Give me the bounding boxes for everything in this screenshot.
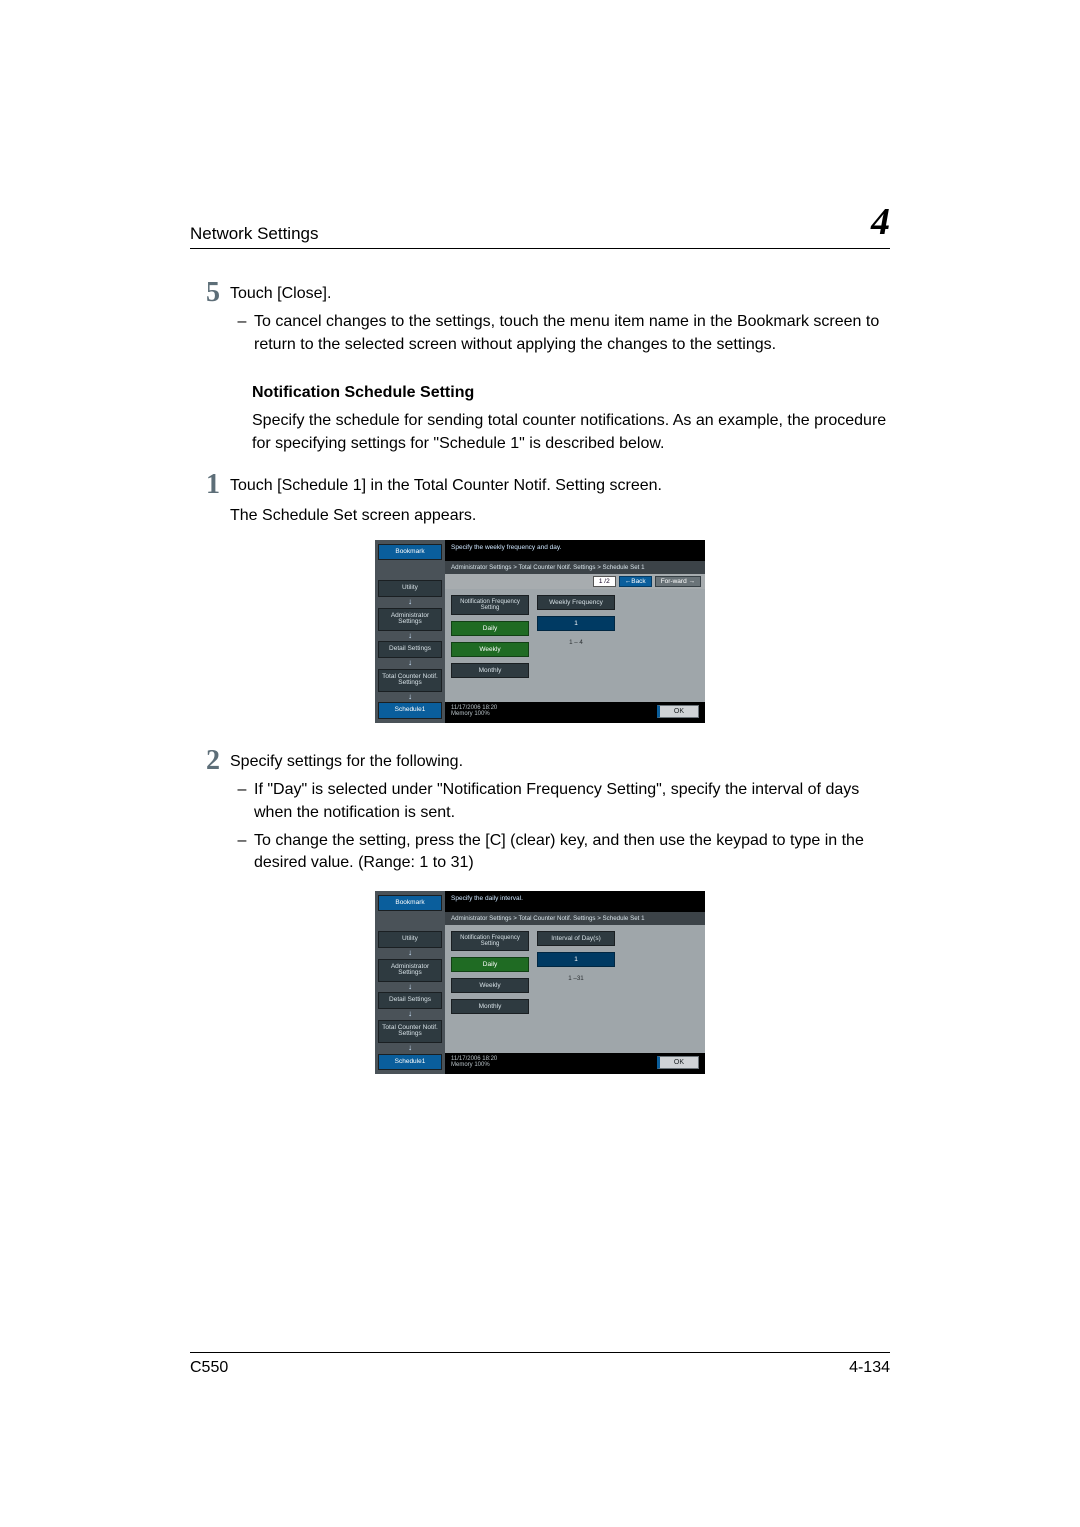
daily-option[interactable]: Daily	[451, 621, 529, 636]
device-screenshot-1: Bookmark Utility ↓ Administrator Setting…	[375, 540, 705, 723]
footer-status: 11/17/2006 18:20 Memory 100%	[451, 1056, 497, 1069]
page-footer: C550 4-134	[190, 1352, 890, 1377]
weekly-option[interactable]: Weekly	[451, 642, 529, 657]
chapter-number: 4	[871, 200, 890, 244]
weekly-freq-value[interactable]: 1	[537, 616, 615, 631]
device-screenshot-2: Bookmark Utility ↓ Administrator Setting…	[375, 891, 705, 1074]
weekly-freq-label: Weekly Frequency	[537, 595, 615, 610]
detail-settings-button[interactable]: Detail Settings	[378, 992, 442, 1009]
interval-days-label: Interval of Day(s)	[537, 931, 615, 946]
arrow-down-icon: ↓	[378, 1012, 442, 1017]
device-sidebar: Bookmark Utility ↓ Administrator Setting…	[375, 891, 445, 1074]
device-footer: 11/17/2006 18:20 Memory 100% OK	[445, 1053, 705, 1074]
schedule1-button[interactable]: Schedule1	[378, 702, 442, 719]
utility-button[interactable]: Utility	[378, 580, 442, 597]
page-indicator: 1 /2	[593, 576, 616, 587]
bookmark-button[interactable]: Bookmark	[378, 895, 442, 912]
arrow-down-icon: ↓	[378, 661, 442, 666]
detail-settings-button[interactable]: Detail Settings	[378, 641, 442, 658]
admin-settings-button[interactable]: Administrator Settings	[378, 959, 442, 982]
monthly-option[interactable]: Monthly	[451, 663, 529, 678]
manual-page: Network Settings 4 5 Touch [Close]. – To…	[0, 0, 1080, 1527]
ok-button[interactable]: OK	[657, 1056, 699, 1069]
footer-model: C550	[190, 1359, 228, 1377]
value-range: 1 –31	[537, 975, 615, 982]
arrow-down-icon: ↓	[378, 951, 442, 956]
daily-option[interactable]: Daily	[451, 957, 529, 972]
bullet-text: To change the setting, press the [C] (cl…	[254, 830, 890, 875]
forward-button[interactable]: For-ward →	[655, 576, 701, 587]
utility-button[interactable]: Utility	[378, 931, 442, 948]
interval-days-value[interactable]: 1	[537, 952, 615, 967]
step-2: 2 Specify settings for the following. – …	[190, 747, 890, 879]
dash-icon: –	[230, 830, 254, 875]
arrow-down-icon: ↓	[378, 600, 442, 605]
monthly-option[interactable]: Monthly	[451, 999, 529, 1014]
bullet-text: If "Day" is selected under "Notification…	[254, 779, 890, 824]
header-title: Network Settings	[190, 224, 319, 244]
bookmark-button[interactable]: Bookmark	[378, 544, 442, 561]
bullet-item: – To cancel changes to the settings, tou…	[230, 311, 890, 356]
bullet-item: – To change the setting, press the [C] (…	[230, 830, 890, 875]
weekly-option[interactable]: Weekly	[451, 978, 529, 993]
datetime: 11/17/2006 18:20	[451, 705, 497, 712]
step-body: Touch [Close]. – To cancel changes to th…	[230, 279, 890, 360]
device-footer: 11/17/2006 18:20 Memory 100% OK	[445, 702, 705, 723]
step-text: Touch [Close].	[230, 283, 890, 305]
ok-button[interactable]: OK	[657, 705, 699, 718]
back-button[interactable]: ←Back	[619, 576, 652, 587]
device-main: Specify the weekly frequency and day. Ad…	[445, 540, 705, 723]
arrow-down-icon: ↓	[378, 985, 442, 990]
tcn-settings-button[interactable]: Total Counter Notif. Settings	[378, 669, 442, 692]
value-range: 1 – 4	[537, 639, 615, 646]
dash-icon: –	[230, 311, 254, 356]
instruction-text: Specify the daily interval.	[445, 891, 705, 911]
breadcrumb: Administrator Settings > Total Counter N…	[445, 560, 705, 574]
device-main: Specify the daily interval. Administrato…	[445, 891, 705, 1074]
step-after: The Schedule Set screen appears.	[230, 505, 890, 527]
dash-icon: –	[230, 779, 254, 824]
step-1: 1 Touch [Schedule 1] in the Total Counte…	[190, 471, 890, 528]
footer-status: 11/17/2006 18:20 Memory 100%	[451, 705, 497, 718]
footer-page-number: 4-134	[849, 1359, 890, 1377]
arrow-down-icon: ↓	[378, 634, 442, 639]
freq-setting-label: Notification Frequency Setting	[451, 595, 529, 615]
arrow-down-icon: ↓	[378, 695, 442, 700]
step-5: 5 Touch [Close]. – To cancel changes to …	[190, 279, 890, 360]
device-sidebar: Bookmark Utility ↓ Administrator Setting…	[375, 540, 445, 723]
admin-settings-button[interactable]: Administrator Settings	[378, 608, 442, 631]
step-number: 1	[190, 471, 230, 528]
schedule1-button[interactable]: Schedule1	[378, 1054, 442, 1071]
step-number: 5	[190, 279, 230, 360]
arrow-down-icon: ↓	[378, 1046, 442, 1051]
intro-text: Specify the schedule for sending total c…	[252, 410, 890, 455]
bullet-item: – If "Day" is selected under "Notificati…	[230, 779, 890, 824]
freq-setting-label: Notification Frequency Setting	[451, 931, 529, 951]
step-number: 2	[190, 747, 230, 879]
page-header: Network Settings 4	[190, 200, 890, 249]
breadcrumb: Administrator Settings > Total Counter N…	[445, 911, 705, 925]
subheading: Notification Schedule Setting	[252, 384, 890, 402]
step-body: Specify settings for the following. – If…	[230, 747, 890, 879]
step-text: Specify settings for the following.	[230, 751, 890, 773]
device-content: Notification Frequency Setting Daily Wee…	[445, 925, 705, 1053]
pager-toolbar: 1 /2 ←Back For-ward →	[445, 574, 705, 589]
step-text: Touch [Schedule 1] in the Total Counter …	[230, 475, 890, 497]
bullet-text: To cancel changes to the settings, touch…	[254, 311, 890, 356]
instruction-text: Specify the weekly frequency and day.	[445, 540, 705, 560]
step-body: Touch [Schedule 1] in the Total Counter …	[230, 471, 890, 528]
tcn-settings-button[interactable]: Total Counter Notif. Settings	[378, 1020, 442, 1043]
memory-status: Memory 100%	[451, 1062, 497, 1069]
device-content: Notification Frequency Setting Daily Wee…	[445, 589, 705, 702]
memory-status: Memory 100%	[451, 711, 497, 718]
datetime: 11/17/2006 18:20	[451, 1056, 497, 1063]
